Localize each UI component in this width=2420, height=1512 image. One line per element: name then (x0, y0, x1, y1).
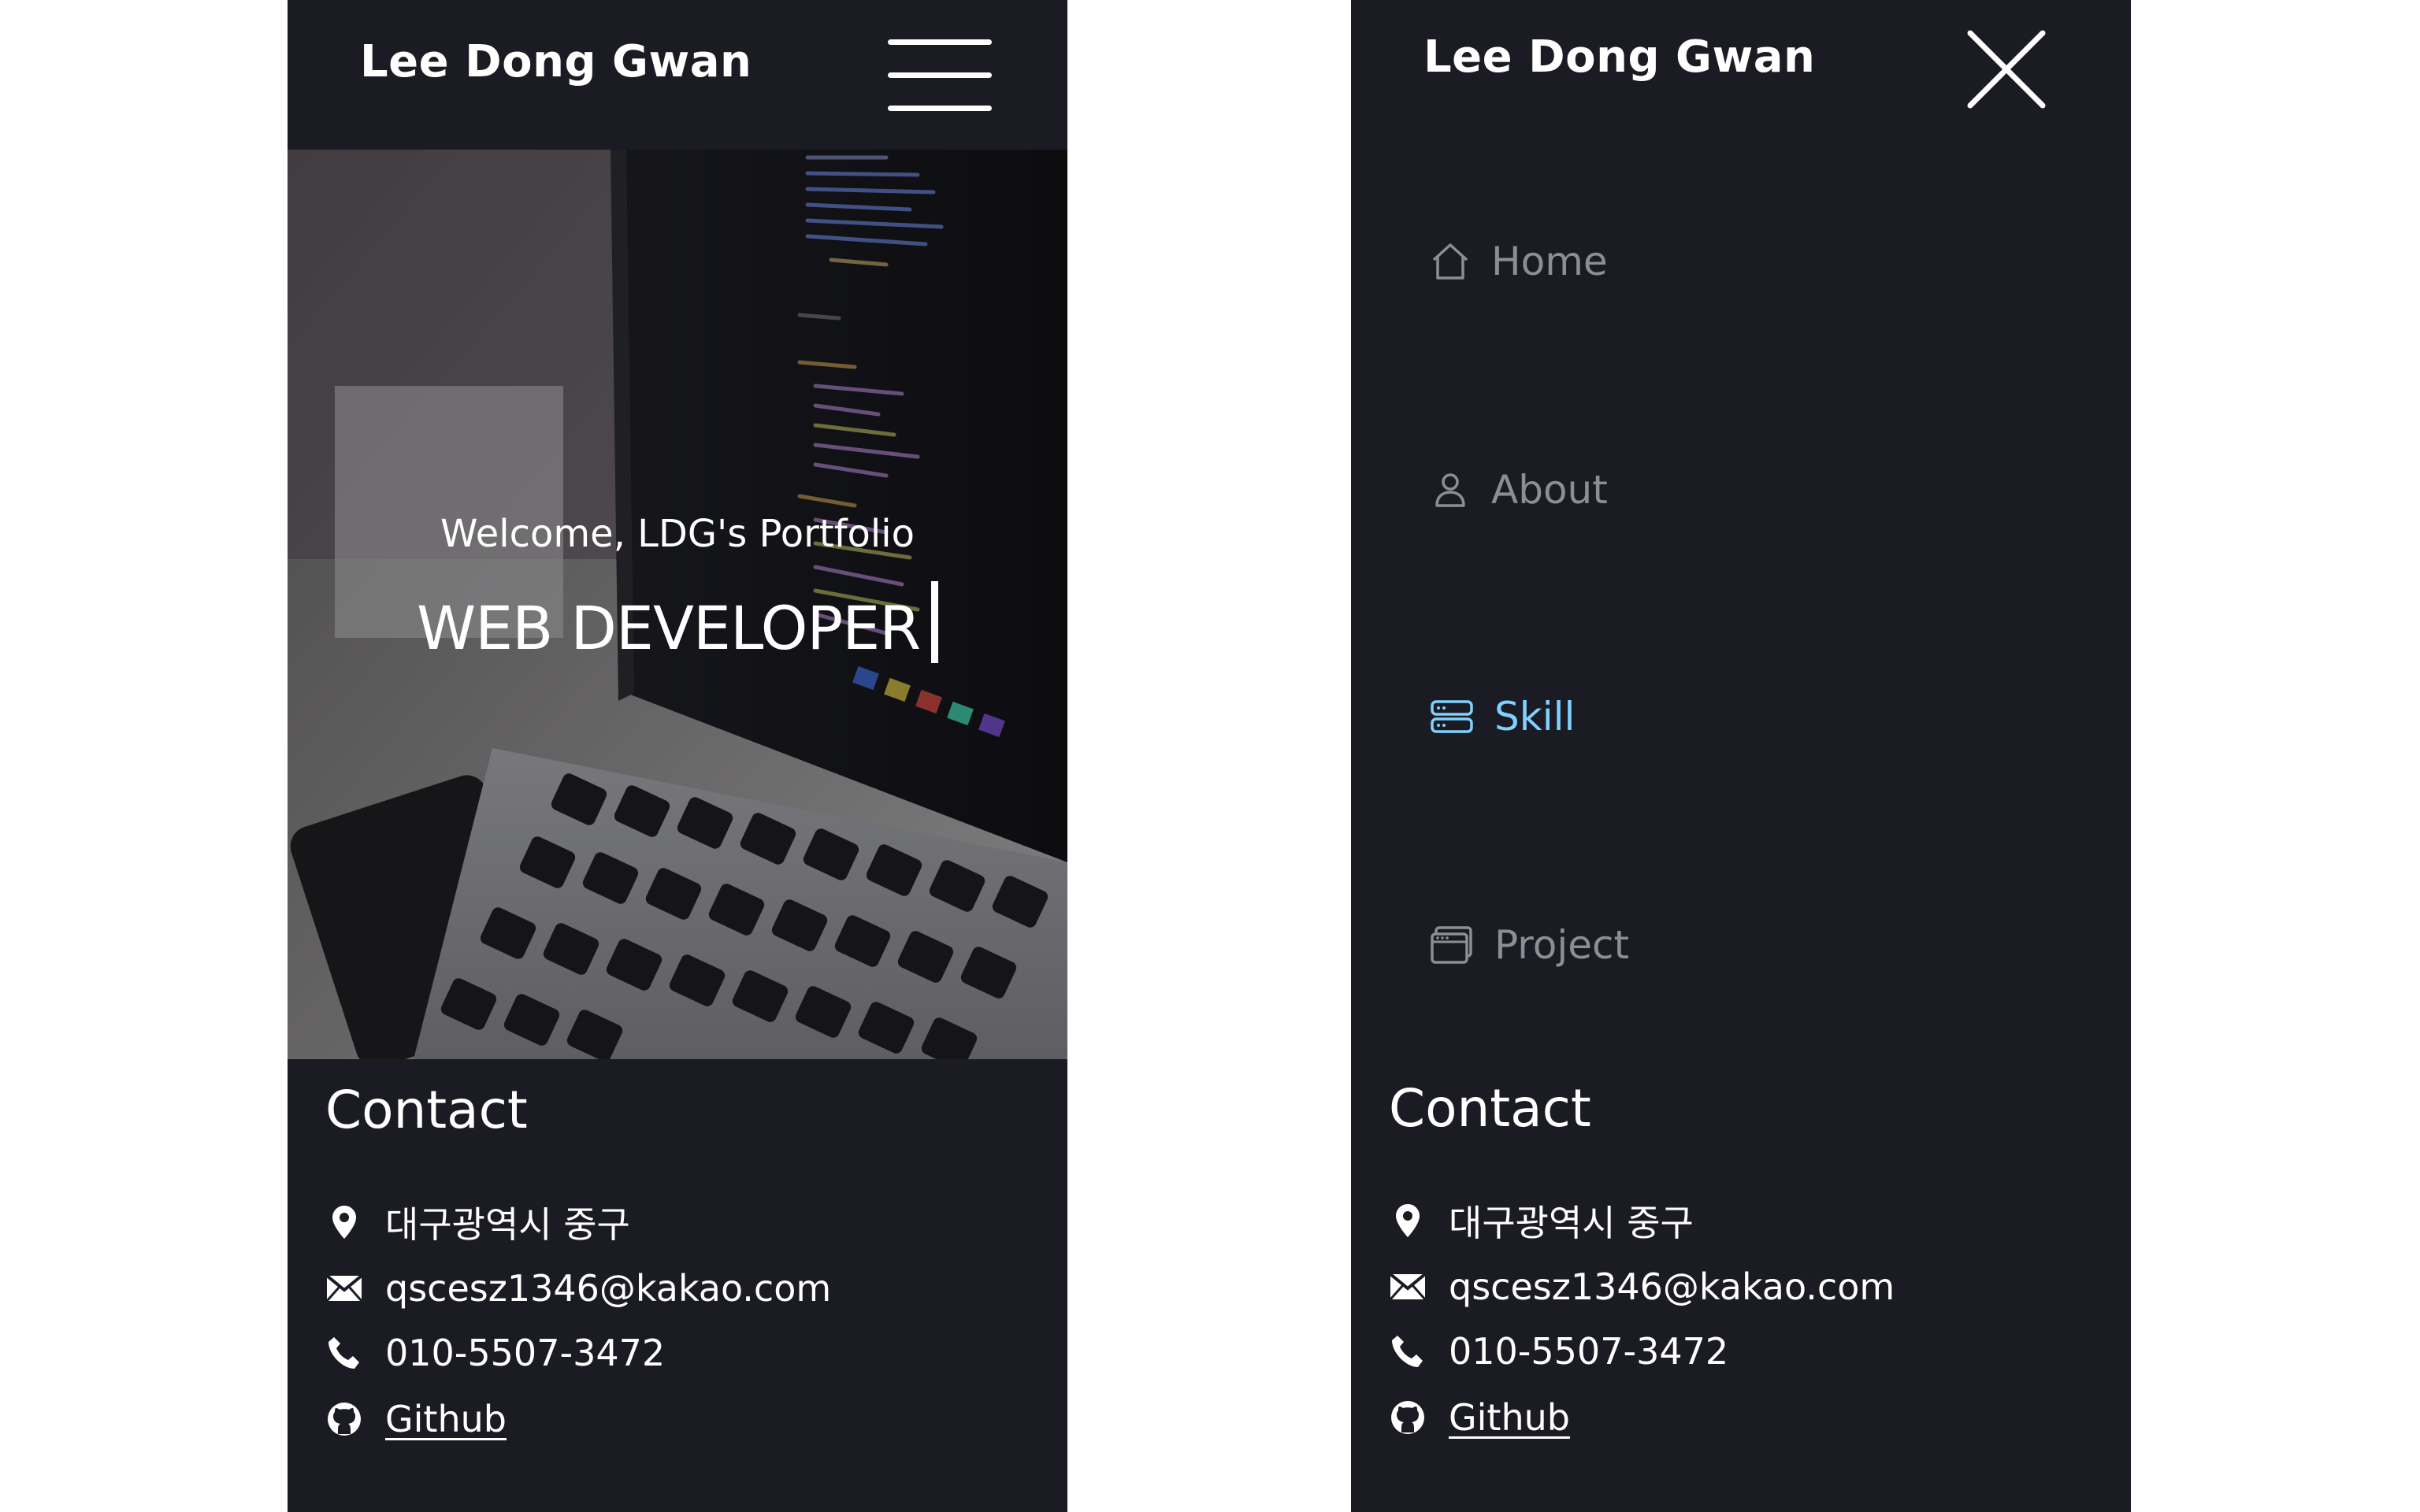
menu-item-home[interactable]: Home (1430, 230, 1608, 293)
hamburger-line (888, 106, 992, 111)
contact-email-row: qscesz1346@kakao.com (1389, 1259, 1895, 1314)
menu-item-label: Skill (1494, 694, 1576, 739)
menu-item-label: Project (1494, 922, 1630, 968)
mail-icon (1389, 1268, 1427, 1306)
hamburger-menu-button[interactable] (888, 38, 995, 113)
user-icon (1435, 473, 1465, 507)
contact-phone[interactable]: 010-5507-3472 (1449, 1330, 1728, 1373)
contact-email[interactable]: qscesz1346@kakao.com (1449, 1266, 1895, 1308)
site-logo[interactable]: Lee Dong Gwan (1423, 32, 1815, 83)
home-view-screen: Lee Dong Gwan Welcome, LDG's Portfolio W… (288, 0, 1067, 1512)
mail-icon (325, 1269, 363, 1307)
typing-cursor (931, 581, 939, 663)
hero-welcome-text: Welcome, LDG's Portfolio (440, 512, 915, 556)
contact-phone-row: 010-5507-3472 (1389, 1324, 1728, 1379)
contact-email[interactable]: qscesz1346@kakao.com (385, 1267, 831, 1310)
close-menu-button[interactable] (1962, 25, 2051, 113)
contact-github-row: Github (1389, 1390, 1570, 1445)
hero-section: Welcome, LDG's Portfolio WEB DEVELOPER (288, 150, 1067, 1059)
menu-item-label: Home (1491, 239, 1608, 284)
contact-phone[interactable]: 010-5507-3472 (385, 1332, 665, 1374)
window-icon (1431, 926, 1472, 964)
menu-open-screen: Lee Dong Gwan Home About Skill Project C… (1351, 0, 2131, 1512)
close-icon (1967, 30, 2046, 109)
hero-title-text: WEB DEVELOPER (416, 593, 921, 663)
phone-icon (325, 1334, 363, 1372)
contact-phone-row: 010-5507-3472 (325, 1325, 665, 1380)
github-link[interactable]: Github (385, 1398, 507, 1440)
menu-item-skill[interactable]: Skill (1430, 685, 1575, 748)
site-logo[interactable]: Lee Dong Gwan (360, 36, 752, 87)
menu-item-label: About (1491, 467, 1608, 513)
github-icon (325, 1400, 363, 1438)
contact-heading: Contact (325, 1080, 528, 1140)
phone-icon (1389, 1332, 1427, 1370)
contact-email-row: qscesz1346@kakao.com (325, 1261, 831, 1316)
menu-item-about[interactable]: About (1430, 458, 1608, 521)
github-icon (1389, 1399, 1427, 1436)
contact-github-row: Github (325, 1392, 507, 1447)
contact-section: Contact 대구광역시 중구 qscesz1346@kakao.com 01… (288, 1059, 1067, 1512)
map-pin-icon (325, 1203, 363, 1241)
contact-address-row: 대구광역시 중구 (325, 1195, 630, 1250)
hamburger-line (888, 72, 992, 78)
hamburger-line (888, 39, 992, 45)
contact-address-row: 대구광역시 중구 (1389, 1193, 1694, 1248)
github-link[interactable]: Github (1449, 1396, 1570, 1439)
contact-address: 대구광역시 중구 (1449, 1202, 1694, 1244)
top-header: Lee Dong Gwan (1351, 0, 2131, 150)
hero-title-line: WEB DEVELOPER (288, 581, 1067, 663)
contact-section: Contact 대구광역시 중구 qscesz1346@kakao.com 01… (1351, 1058, 2131, 1510)
menu-item-project[interactable]: Project (1430, 914, 1629, 976)
home-icon (1432, 243, 1468, 280)
server-icon (1431, 700, 1473, 733)
top-header: Lee Dong Gwan (288, 0, 1067, 150)
contact-heading: Contact (1389, 1078, 1591, 1139)
contact-address: 대구광역시 중구 (385, 1203, 630, 1246)
map-pin-icon (1389, 1202, 1427, 1240)
